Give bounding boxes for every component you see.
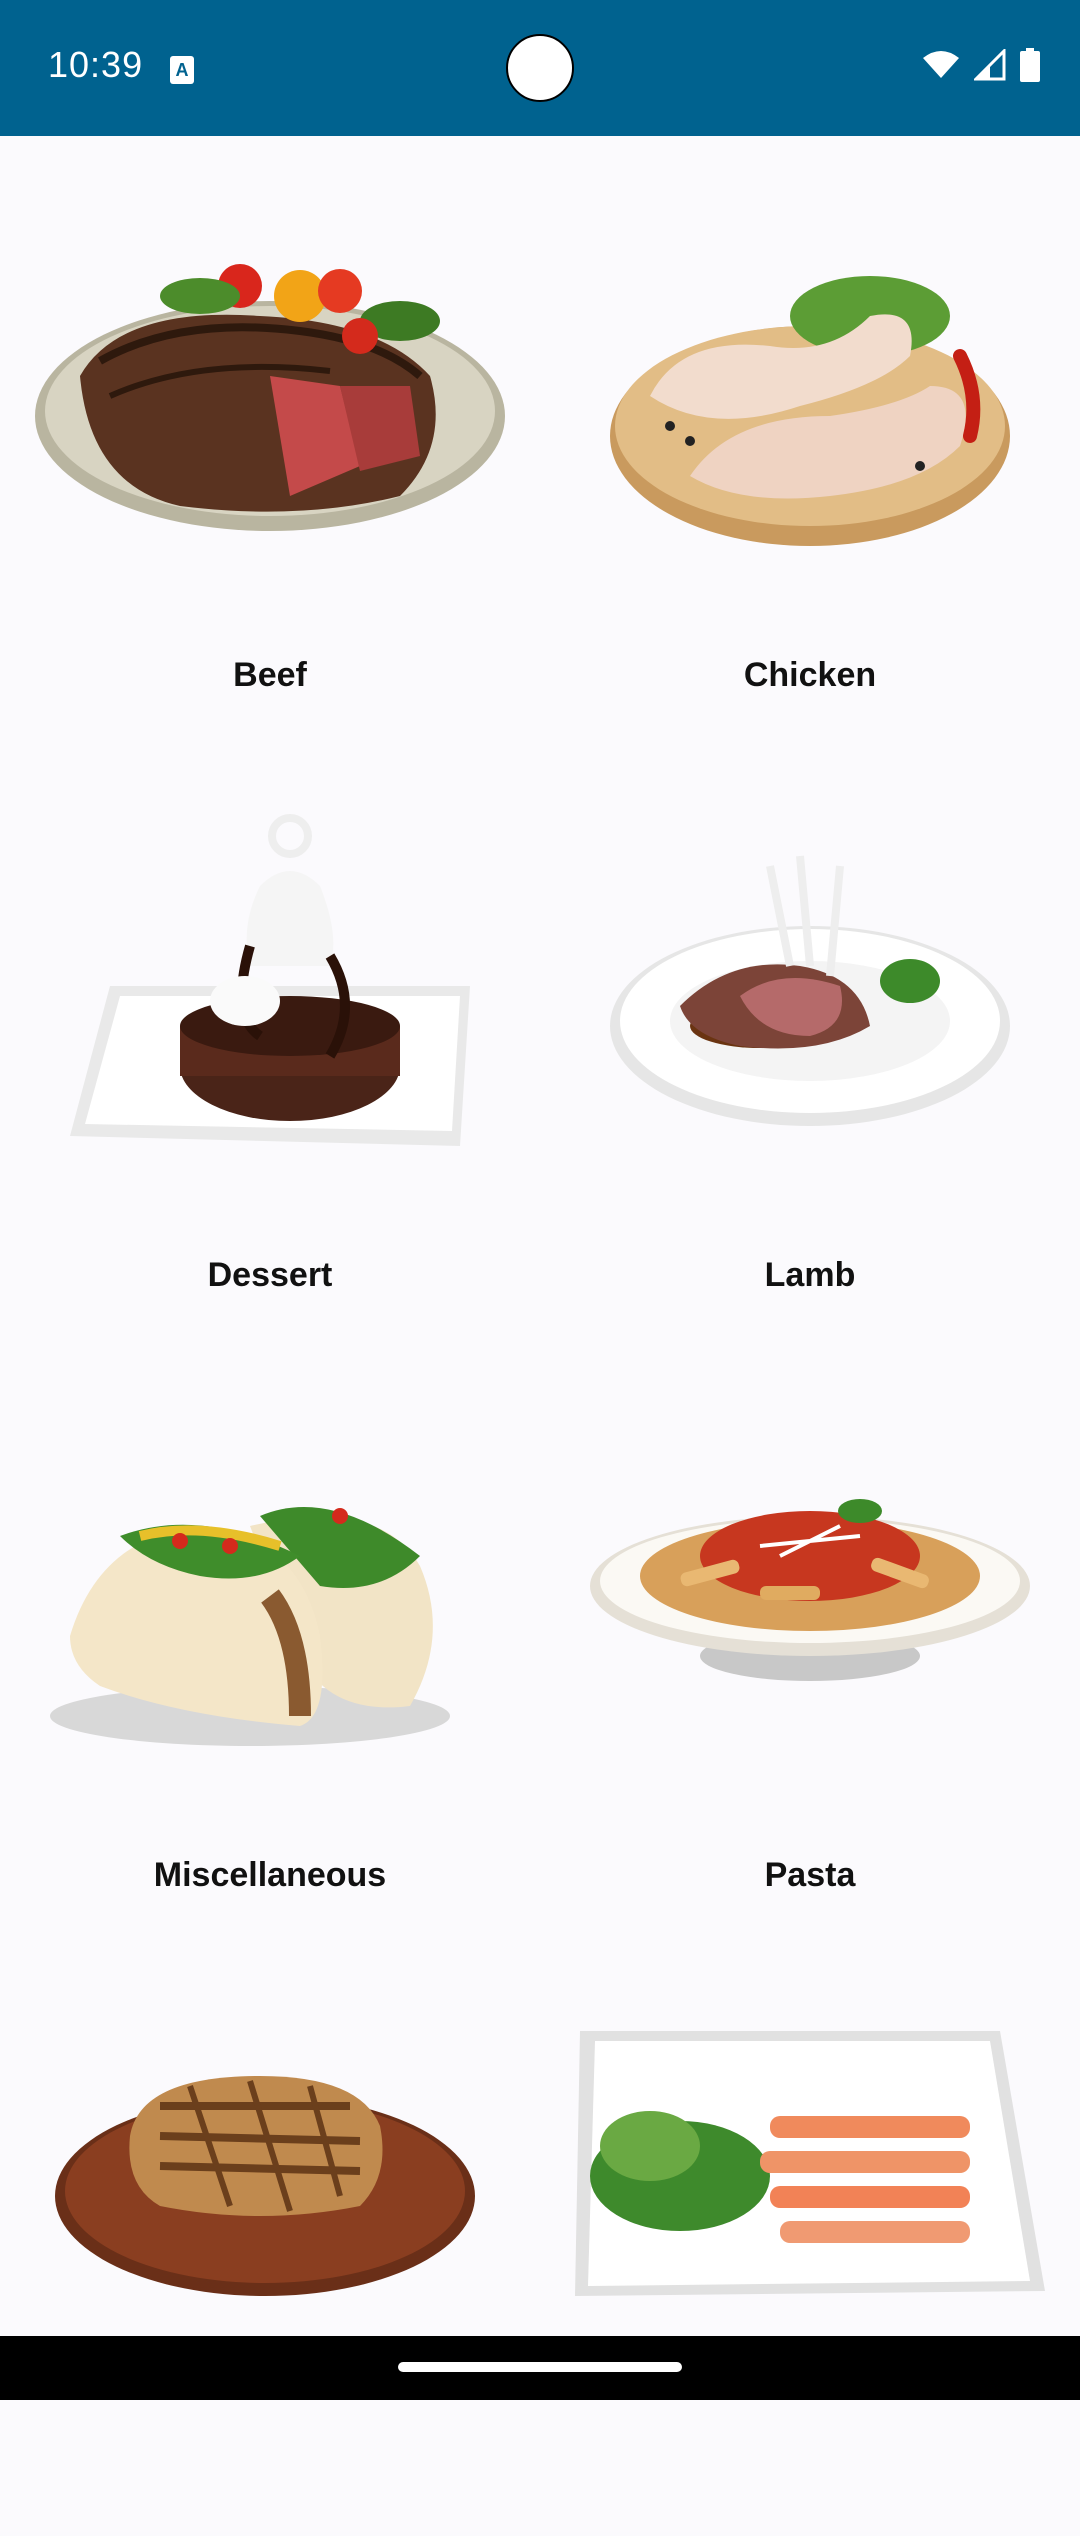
accessibility-notification-icon: A: [170, 56, 194, 84]
category-card-pasta[interactable]: Pasta: [540, 1336, 1080, 1936]
category-card-lamb[interactable]: Lamb: [540, 736, 1080, 1336]
status-bar: 10:39 A: [0, 0, 1080, 136]
lamb-chops-image: [610, 855, 1010, 1126]
category-card-seafood[interactable]: [540, 1936, 1080, 2536]
chocolate-cake-image: [70, 814, 470, 1146]
category-label: Lamb: [764, 1256, 856, 1294]
category-label: Beef: [233, 656, 307, 694]
chicken-legs-image: [610, 276, 1010, 546]
category-card-beef[interactable]: Beef: [0, 136, 540, 736]
category-card-dessert[interactable]: Dessert: [0, 736, 540, 1336]
battery-icon: [1020, 48, 1040, 82]
penne-pasta-image: [590, 1499, 1030, 1681]
navigation-bar: [0, 2336, 1080, 2400]
wifi-icon: [923, 51, 959, 78]
category-grid: Beef Chicken Dessert Lamb Miscellaneous …: [0, 136, 1080, 2336]
home-gesture-handle[interactable]: [398, 2362, 682, 2372]
category-card-pork[interactable]: [0, 1936, 540, 2536]
camera-cutout: [506, 34, 574, 102]
beef-steak-image: [35, 264, 505, 531]
category-label: Miscellaneous: [153, 1856, 387, 1894]
category-card-chicken[interactable]: Chicken: [540, 136, 1080, 736]
category-label: Dessert: [207, 1256, 333, 1294]
category-label: Pasta: [764, 1856, 856, 1894]
tacos-image: [50, 1507, 450, 1746]
signal-icon: [974, 49, 1006, 81]
category-label: Chicken: [743, 656, 877, 694]
status-time: 10:39: [48, 44, 144, 85]
category-card-miscellaneous[interactable]: Miscellaneous: [0, 1336, 540, 1936]
status-icons: [922, 48, 1040, 82]
